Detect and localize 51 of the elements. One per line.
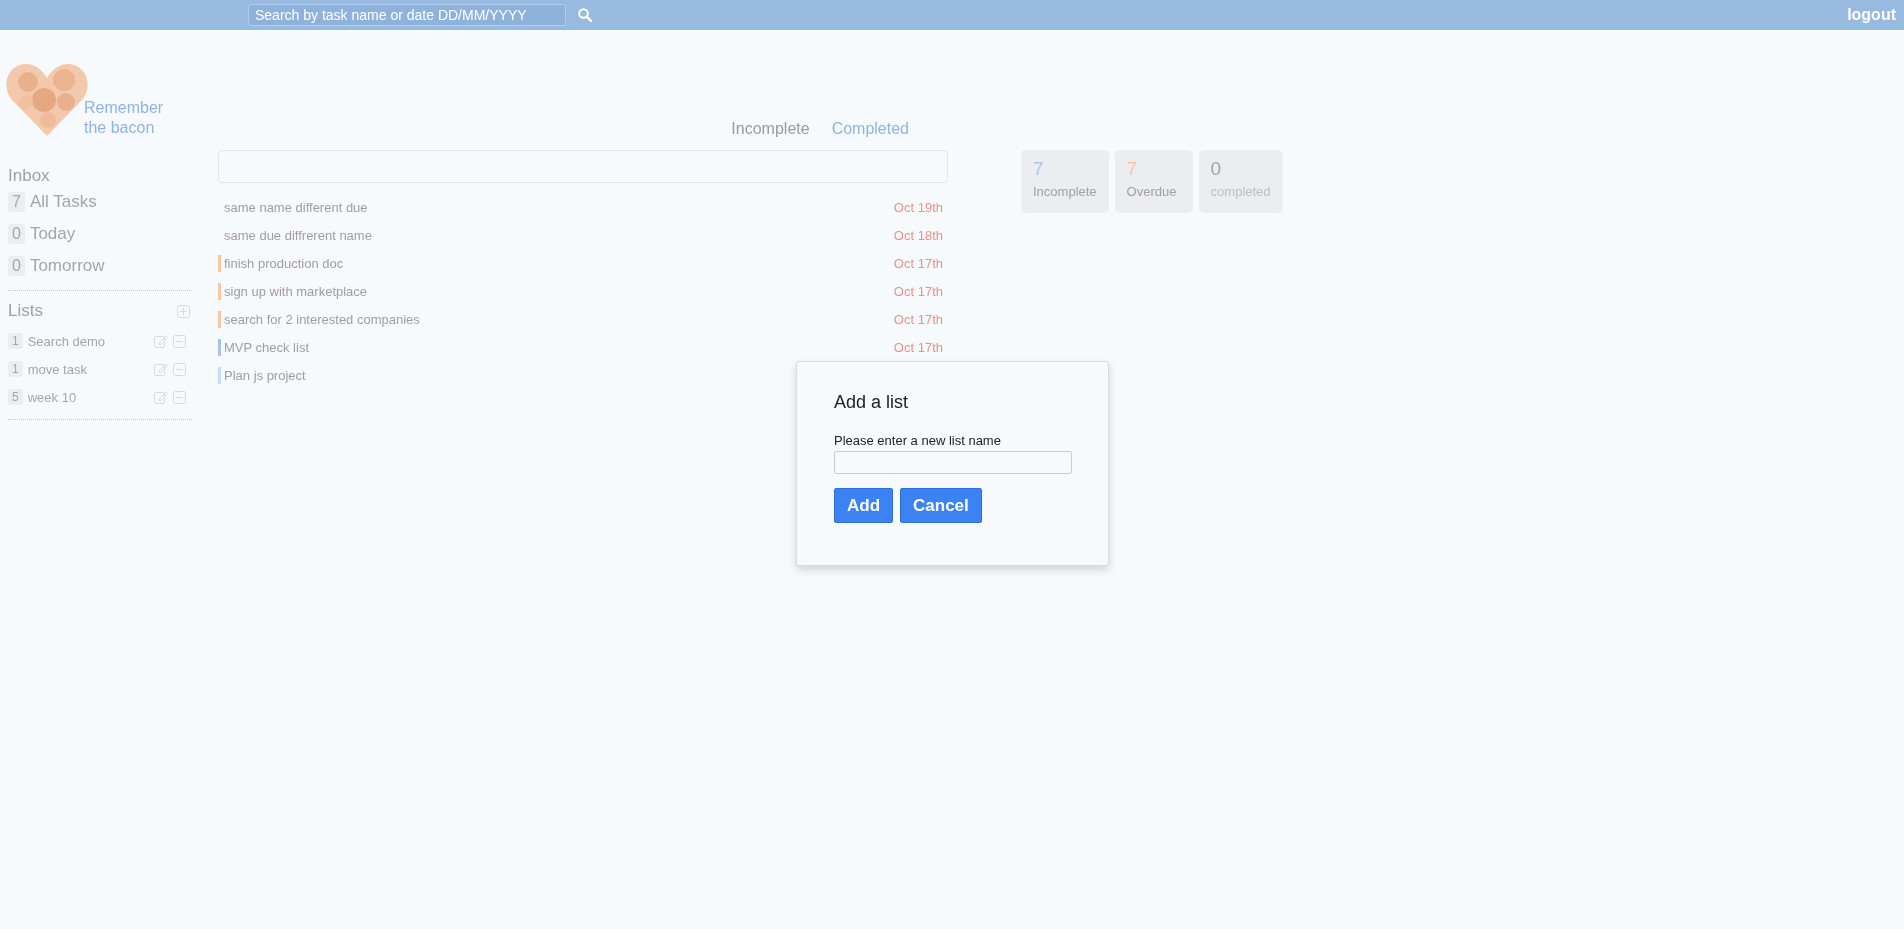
list-name-field[interactable]: [834, 451, 1072, 474]
filter-tab[interactable]: Incomplete: [731, 120, 810, 138]
task-due-date: Oct 17th: [893, 283, 943, 299]
remove-icon[interactable]: [173, 390, 186, 404]
task-name[interactable]: same due diffrerent name: [224, 227, 372, 243]
task-name[interactable]: search for 2 interested companies: [224, 311, 420, 327]
task-name[interactable]: Plan js project: [224, 367, 306, 383]
task-name[interactable]: same name different due: [224, 199, 368, 215]
inbox-item[interactable]: All Tasks: [29, 192, 97, 212]
remove-icon[interactable]: [173, 362, 186, 376]
list-item[interactable]: week 10: [27, 389, 77, 405]
list-item[interactable]: Search demo: [27, 333, 105, 349]
edit-icon[interactable]: [154, 390, 168, 404]
stat-value: 7: [1033, 158, 1045, 180]
stat-label: Incomplete: [1033, 184, 1097, 199]
stat-value: 7: [1126, 158, 1139, 180]
task-due-date: Oct 18th: [893, 227, 943, 243]
inbox-item[interactable]: Today: [29, 224, 76, 244]
search-icon[interactable]: [578, 8, 592, 22]
search-field[interactable]: Search by task name or date DD/MM/YYYY: [248, 4, 566, 26]
task-due-date: Oct 17th: [893, 339, 943, 355]
list-item[interactable]: move task: [27, 361, 87, 377]
task-count: 5: [8, 389, 23, 405]
filter-tab[interactable]: Completed: [831, 120, 909, 138]
task-name[interactable]: MVP check list: [224, 339, 309, 355]
edit-icon[interactable]: [154, 362, 168, 376]
task-due-date: Oct 17th: [893, 311, 943, 327]
remove-icon[interactable]: [173, 334, 186, 348]
logo-title: Remember the bacon: [84, 98, 164, 138]
task-name[interactable]: sign up with marketplace: [224, 283, 368, 299]
cancel-button[interactable]: Cancel: [900, 488, 982, 523]
inbox-item[interactable]: Tomorrow: [29, 256, 105, 276]
task-count: 1: [8, 333, 23, 349]
task-count: 7: [8, 192, 25, 212]
add-icon[interactable]: [177, 304, 190, 318]
logout-link[interactable]: logout: [1847, 6, 1896, 24]
task-count: 0: [8, 256, 25, 276]
stat-label: Overdue: [1126, 184, 1178, 199]
add-button[interactable]: Add: [834, 488, 894, 523]
task-count: 0: [8, 224, 25, 244]
field-label: Please enter a new list name: [834, 433, 1002, 448]
task-due-date: Oct 17th: [893, 255, 943, 271]
new-task-field[interactable]: [218, 150, 948, 183]
edit-icon[interactable]: [154, 334, 168, 348]
dialog-title: Add a list: [834, 392, 910, 413]
inbox-heading: Inbox: [8, 166, 50, 186]
lists-heading: Lists: [8, 301, 43, 321]
task-count: 1: [8, 361, 23, 377]
task-due-date: Oct 19th: [893, 199, 943, 215]
stat-value: 0: [1210, 158, 1223, 180]
task-name[interactable]: finish production doc: [224, 255, 344, 271]
